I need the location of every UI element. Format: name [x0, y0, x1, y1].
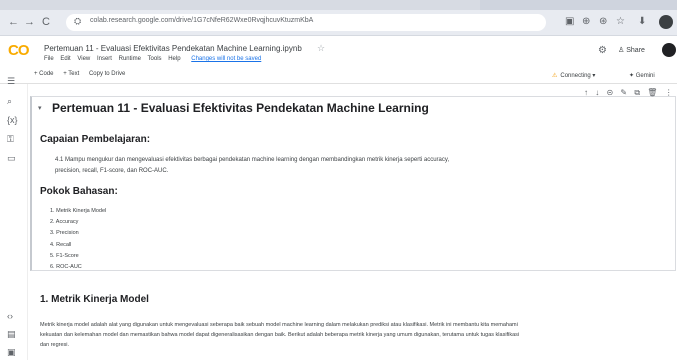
- link-icon[interactable]: ⊝: [606, 88, 613, 97]
- list-item: 2. Accuracy: [50, 219, 79, 226]
- code-snippets-icon[interactable]: ‹›: [7, 311, 13, 321]
- browser-profile-avatar[interactable]: [659, 15, 673, 29]
- files-folder-icon[interactable]: ▭: [7, 153, 16, 163]
- extension-icon-1[interactable]: ▣: [565, 16, 574, 27]
- star-icon[interactable]: ☆: [317, 43, 325, 54]
- gemini-button[interactable]: ✦ Gemini: [629, 72, 655, 79]
- colab-header: [0, 36, 677, 70]
- left-sidebar: [0, 84, 28, 360]
- list-item: 1. Metrik Kinerja Model: [50, 208, 107, 214]
- move-up-icon[interactable]: ↑: [584, 88, 588, 97]
- extension-icon-3[interactable]: ⊛: [599, 16, 607, 27]
- terminal-icon[interactable]: ▣: [7, 347, 16, 357]
- share-person-icon: ♙: [618, 47, 627, 54]
- pokok-list: 1. Metrik Kinerja Model 2. Accuracy 3. P…: [50, 206, 106, 273]
- settings-gear-icon[interactable]: ⚙: [598, 45, 607, 56]
- tabstrip-end: [480, 0, 677, 10]
- cell-toolbar: ↑ ↓ ⊝ ✎ ⧉ 🗑 ⋮: [584, 88, 677, 98]
- download-icon[interactable]: ⬇: [638, 16, 646, 27]
- back-button[interactable]: ←: [8, 16, 19, 28]
- last-edit-link[interactable]: Changes will not be saved: [191, 56, 261, 62]
- list-item: 4. Recall: [50, 241, 72, 248]
- text-cell[interactable]: [30, 96, 676, 271]
- metrik-heading: 1. Metrik Kinerja Model: [40, 294, 149, 305]
- list-item: 3. Precision: [50, 230, 79, 237]
- share-button[interactable]: ♙ Share: [618, 46, 645, 54]
- delete-icon[interactable]: 🗑: [647, 88, 657, 97]
- menu-file[interactable]: File: [44, 56, 54, 62]
- move-down-icon[interactable]: ↓: [595, 88, 599, 97]
- capaian-text: 4.1 Mampu mengukur dan mengevaluasi efek…: [55, 157, 450, 174]
- search-icon[interactable]: ⌕: [7, 96, 12, 106]
- secrets-key-icon[interactable]: ⚿: [7, 134, 14, 144]
- site-info-icon[interactable]: ⛭: [74, 16, 81, 27]
- connect-label: Connecting: [560, 73, 591, 79]
- toolbar-left: + Code + Text Copy to Drive: [34, 71, 133, 77]
- user-avatar[interactable]: [662, 43, 676, 57]
- menu-tools[interactable]: Tools: [148, 56, 162, 62]
- colab-logo[interactable]: CO: [8, 42, 29, 59]
- menu-bar: File Edit View Insert Runtime Tools Help…: [44, 56, 266, 62]
- browser-tabstrip: [0, 0, 677, 10]
- menu-help[interactable]: Help: [168, 56, 180, 62]
- copy-to-drive-button[interactable]: Copy to Drive: [89, 71, 125, 77]
- share-label: Share: [626, 47, 645, 54]
- command-palette-icon[interactable]: ▤: [7, 329, 16, 339]
- add-code-button[interactable]: + Code: [34, 71, 54, 77]
- section-title: Pertemuan 11 - Evaluasi Efektivitas Pend…: [52, 101, 429, 115]
- edit-pencil-icon[interactable]: ✎: [620, 88, 627, 97]
- mirror-cell-icon[interactable]: ⧉: [634, 88, 640, 97]
- reload-button[interactable]: C: [42, 16, 50, 28]
- add-text-button[interactable]: + Text: [63, 71, 79, 77]
- warning-icon: ⚠: [552, 73, 558, 79]
- notebook-title[interactable]: Pertemuan 11 - Evaluasi Efektivitas Pend…: [44, 44, 302, 53]
- forward-button[interactable]: →: [24, 16, 35, 28]
- bookmark-star-icon[interactable]: ☆: [616, 16, 625, 27]
- list-item: 6. ROC-AUC: [50, 264, 82, 271]
- more-options-icon[interactable]: ⋮: [665, 88, 673, 97]
- connect-dropdown-icon[interactable]: ▾: [592, 73, 595, 79]
- menu-edit[interactable]: Edit: [60, 56, 70, 62]
- extension-icon-2[interactable]: ⊕: [582, 16, 590, 27]
- pokok-heading: Pokok Bahasan:: [40, 186, 118, 197]
- collapse-section-icon[interactable]: ▾: [38, 104, 42, 112]
- menu-runtime[interactable]: Runtime: [119, 56, 141, 62]
- variables-icon[interactable]: {x}: [7, 115, 18, 125]
- menu-insert[interactable]: Insert: [97, 56, 112, 62]
- metrik-text: Metrik kinerja model adalah alat yang di…: [40, 322, 520, 348]
- table-of-contents-icon[interactable]: ☰: [7, 76, 15, 86]
- capaian-heading: Capaian Pembelajaran:: [40, 134, 151, 145]
- menu-view[interactable]: View: [77, 56, 90, 62]
- list-item: 5. F1-Score: [50, 252, 79, 259]
- url-text[interactable]: colab.research.google.com/drive/1G7cNfeR…: [90, 17, 313, 24]
- connect-runtime-button[interactable]: ⚠ Connecting ▾: [552, 72, 595, 79]
